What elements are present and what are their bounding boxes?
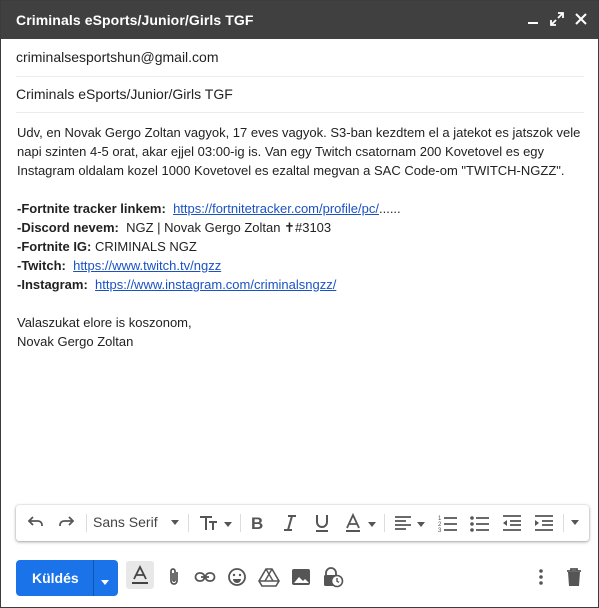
font-chevron-down-icon[interactable] bbox=[170, 519, 180, 541]
closing-line: Valaszukat elore is koszonom, bbox=[17, 315, 192, 330]
minimize-icon[interactable] bbox=[524, 10, 542, 28]
undo-icon[interactable] bbox=[24, 512, 46, 534]
svg-text:3: 3 bbox=[438, 528, 442, 534]
compose-window: Criminals eSports/Junior/Girls TGF crimi… bbox=[0, 0, 599, 608]
formatting-options-button[interactable] bbox=[126, 561, 154, 589]
discord-label: -Discord nevem: bbox=[17, 220, 119, 235]
send-label: Küldés bbox=[32, 570, 79, 586]
link-icon[interactable] bbox=[194, 566, 216, 588]
redo-icon[interactable] bbox=[56, 512, 78, 534]
tracker-line: -Fortnite tracker linkem: https://fortni… bbox=[17, 199, 585, 218]
indent-more-icon[interactable] bbox=[533, 512, 555, 534]
twitch-line: -Twitch: https://www.twitch.tv/ngzz bbox=[17, 256, 585, 275]
window-title: Criminals eSports/Junior/Girls TGF bbox=[16, 12, 254, 28]
send-options-chevron-icon[interactable] bbox=[100, 574, 110, 592]
emoji-icon[interactable] bbox=[226, 566, 248, 588]
instagram-link[interactable]: https://www.instagram.com/criminalsngzz/ bbox=[95, 277, 336, 292]
underline-icon[interactable] bbox=[312, 512, 332, 534]
discard-draft-icon[interactable] bbox=[564, 566, 584, 588]
indent-less-icon[interactable] bbox=[501, 512, 523, 534]
confidential-mode-icon[interactable] bbox=[322, 566, 344, 588]
instagram-label: -Instagram: bbox=[17, 277, 88, 292]
formatting-toolbar: Sans Serif B 123 bbox=[16, 505, 589, 541]
drive-icon[interactable] bbox=[258, 566, 280, 588]
compose-titlebar[interactable]: Criminals eSports/Junior/Girls TGF bbox=[1, 1, 598, 39]
to-field[interactable]: criminalsesportshun@gmail.com bbox=[16, 39, 584, 77]
font-size-icon[interactable] bbox=[198, 512, 234, 534]
svg-text:B: B bbox=[251, 514, 263, 533]
ig-label: -Fortnite IG: bbox=[17, 239, 92, 254]
more-options-icon[interactable] bbox=[537, 566, 545, 588]
message-body[interactable]: Udv, en Novak Gergo Zoltan vagyok, 17 ev… bbox=[17, 123, 585, 351]
align-icon[interactable] bbox=[393, 512, 429, 534]
italic-icon[interactable] bbox=[280, 512, 300, 534]
bulleted-list-icon[interactable] bbox=[469, 512, 491, 534]
bold-icon[interactable]: B bbox=[248, 512, 268, 534]
instagram-line: -Instagram: https://www.instagram.com/cr… bbox=[17, 275, 585, 294]
tracker-link[interactable]: https://fortnitetracker.com/profile/pc/ bbox=[173, 201, 379, 216]
tracker-label: -Fortnite tracker linkem: bbox=[17, 201, 166, 216]
twitch-link[interactable]: https://www.twitch.tv/ngzz bbox=[73, 258, 221, 273]
twitch-label: -Twitch: bbox=[17, 258, 66, 273]
discord-line: -Discord nevem: NGZ | Novak Gergo Zoltan… bbox=[17, 218, 585, 237]
close-icon[interactable] bbox=[572, 10, 590, 28]
send-button[interactable]: Küldés bbox=[16, 560, 118, 596]
discord-value: NGZ | Novak Gergo Zoltan ✝#3103 bbox=[126, 220, 332, 235]
subject-field[interactable]: Criminals eSports/Junior/Girls TGF bbox=[16, 76, 584, 113]
numbered-list-icon[interactable]: 123 bbox=[437, 512, 459, 534]
font-family-select[interactable]: Sans Serif bbox=[93, 514, 158, 530]
ig-line: -Fortnite IG: CRIMINALS NGZ bbox=[17, 237, 585, 256]
tracker-suffix: ...... bbox=[378, 201, 401, 216]
signature-line: Novak Gergo Zoltan bbox=[17, 334, 134, 349]
more-formatting-chevron-icon[interactable] bbox=[570, 519, 580, 541]
compose-bottom-bar: Küldés bbox=[1, 557, 598, 599]
expand-icon[interactable] bbox=[548, 10, 566, 28]
insert-photo-icon[interactable] bbox=[290, 566, 312, 588]
ig-value: CRIMINALS NGZ bbox=[95, 239, 197, 254]
text-color-icon[interactable] bbox=[344, 512, 378, 534]
attach-icon[interactable] bbox=[164, 566, 184, 588]
body-intro: Udv, en Novak Gergo Zoltan vagyok, 17 ev… bbox=[17, 125, 581, 178]
